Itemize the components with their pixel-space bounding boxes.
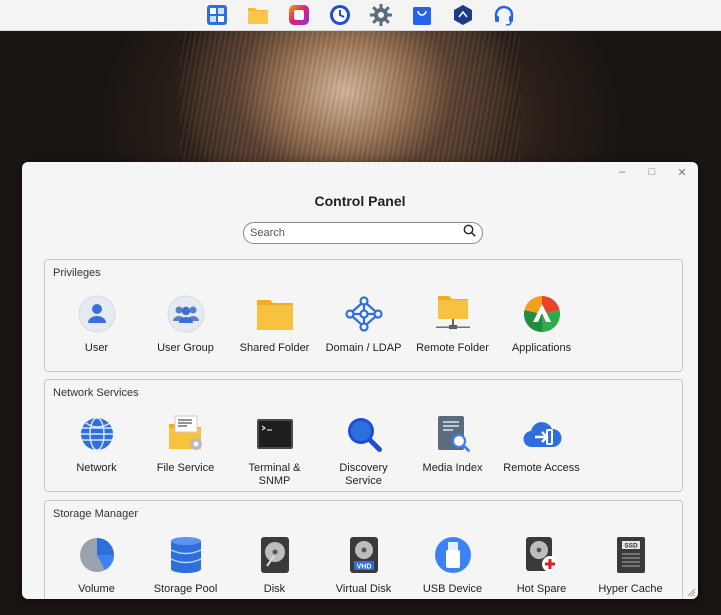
applications-item[interactable]: Applications bbox=[497, 294, 586, 355]
privileges-section: Privileges User User Group Shared Folder bbox=[44, 259, 683, 372]
gear-icon[interactable] bbox=[367, 1, 395, 29]
section-title: Storage Manager bbox=[53, 508, 138, 520]
volume-item[interactable]: Volume bbox=[52, 535, 141, 596]
hot-spare-icon bbox=[522, 535, 562, 575]
item-label: Applications bbox=[511, 342, 572, 354]
media-index-icon bbox=[433, 414, 473, 454]
vhd-disk-icon: VHD bbox=[344, 535, 384, 575]
item-label: Hot Spare bbox=[516, 583, 567, 595]
window-title: Control Panel bbox=[314, 193, 406, 209]
disk-item[interactable]: Disk bbox=[230, 535, 319, 596]
remote-folder-icon bbox=[433, 294, 473, 334]
section-title: Privileges bbox=[53, 267, 101, 279]
domain-ldap-item[interactable]: Domain / LDAP bbox=[319, 294, 408, 355]
discovery-service-item[interactable]: Discovery Service bbox=[319, 414, 408, 488]
usb-device-item[interactable]: USB Device bbox=[408, 535, 497, 596]
usb-icon bbox=[433, 535, 473, 575]
grid-app-icon[interactable] bbox=[203, 1, 231, 29]
item-label: Volume bbox=[78, 583, 115, 595]
user-group-icon bbox=[166, 294, 206, 334]
section-title: Network Services bbox=[53, 387, 139, 399]
close-button[interactable]: ✕ bbox=[676, 165, 688, 179]
shared-folder-item[interactable]: Shared Folder bbox=[230, 294, 319, 355]
vhd-label: VHD bbox=[356, 563, 371, 570]
shield-icon[interactable] bbox=[449, 1, 477, 29]
media-index-item[interactable]: Media Index bbox=[408, 414, 497, 488]
folder-icon[interactable] bbox=[244, 1, 272, 29]
item-label: Storage Pool bbox=[153, 583, 218, 595]
item-label: Shared Folder bbox=[239, 342, 310, 354]
ssd-icon: SSD bbox=[611, 535, 651, 575]
user-icon bbox=[77, 294, 117, 334]
item-label: Domain / LDAP bbox=[325, 342, 402, 354]
resize-handle-icon[interactable] bbox=[686, 587, 696, 597]
item-label: Remote Access bbox=[503, 462, 580, 474]
shopping-bag-icon[interactable] bbox=[408, 1, 436, 29]
network-services-section: Network Services Network File Service Te… bbox=[44, 379, 683, 492]
globe-icon bbox=[77, 414, 117, 454]
remote-folder-item[interactable]: Remote Folder bbox=[408, 294, 497, 355]
user-item[interactable]: User bbox=[52, 294, 141, 355]
item-label: Disk bbox=[263, 583, 286, 595]
folder-icon bbox=[255, 294, 295, 334]
maximize-button[interactable]: □ bbox=[646, 165, 658, 179]
file-service-icon bbox=[166, 414, 206, 454]
terminal-icon bbox=[255, 414, 295, 454]
photos-icon[interactable] bbox=[285, 1, 313, 29]
hot-spare-item[interactable]: Hot Spare bbox=[497, 535, 586, 596]
item-label: Network bbox=[76, 462, 117, 474]
item-label: Hyper Cache bbox=[598, 583, 663, 595]
network-nodes-icon bbox=[344, 294, 384, 334]
search-input[interactable] bbox=[250, 227, 463, 239]
item-label: File Service bbox=[156, 462, 215, 474]
network-item[interactable]: Network bbox=[52, 414, 141, 488]
headset-icon[interactable] bbox=[490, 1, 518, 29]
item-label: Virtual Disk bbox=[335, 583, 392, 595]
item-label: Media Index bbox=[422, 462, 483, 474]
remote-access-item[interactable]: Remote Access bbox=[497, 414, 586, 488]
cloud-login-icon bbox=[522, 414, 562, 454]
minimize-button[interactable]: – bbox=[616, 165, 628, 179]
item-label: Discovery Service bbox=[339, 462, 388, 487]
item-label: User bbox=[84, 342, 109, 354]
window-controls: – □ ✕ bbox=[616, 165, 688, 179]
search-box[interactable] bbox=[243, 222, 483, 244]
item-label: Terminal & SNMP bbox=[248, 462, 301, 487]
item-label: USB Device bbox=[422, 583, 483, 595]
taskbar bbox=[0, 0, 721, 31]
magnifier-icon bbox=[344, 414, 384, 454]
storage-pool-item[interactable]: Storage Pool bbox=[141, 535, 230, 596]
pie-volume-icon bbox=[77, 535, 117, 575]
search-icon[interactable] bbox=[463, 224, 476, 242]
storage-manager-section: Storage Manager Volume Storage Pool Disk bbox=[44, 500, 683, 599]
terminal-snmp-item[interactable]: Terminal & SNMP bbox=[230, 414, 319, 488]
control-panel-window: – □ ✕ Control Panel Privileges User User… bbox=[22, 162, 698, 599]
virtual-disk-item[interactable]: VHD Virtual Disk bbox=[319, 535, 408, 596]
ssd-label: SSD bbox=[624, 543, 638, 550]
user-group-item[interactable]: User Group bbox=[141, 294, 230, 355]
hard-disk-icon bbox=[255, 535, 295, 575]
file-service-item[interactable]: File Service bbox=[141, 414, 230, 488]
clock-icon[interactable] bbox=[326, 1, 354, 29]
applications-icon bbox=[522, 294, 562, 334]
item-label: Remote Folder bbox=[416, 342, 489, 354]
hyper-cache-item[interactable]: SSD Hyper Cache bbox=[586, 535, 675, 596]
database-icon bbox=[166, 535, 206, 575]
item-label: User Group bbox=[157, 342, 214, 354]
